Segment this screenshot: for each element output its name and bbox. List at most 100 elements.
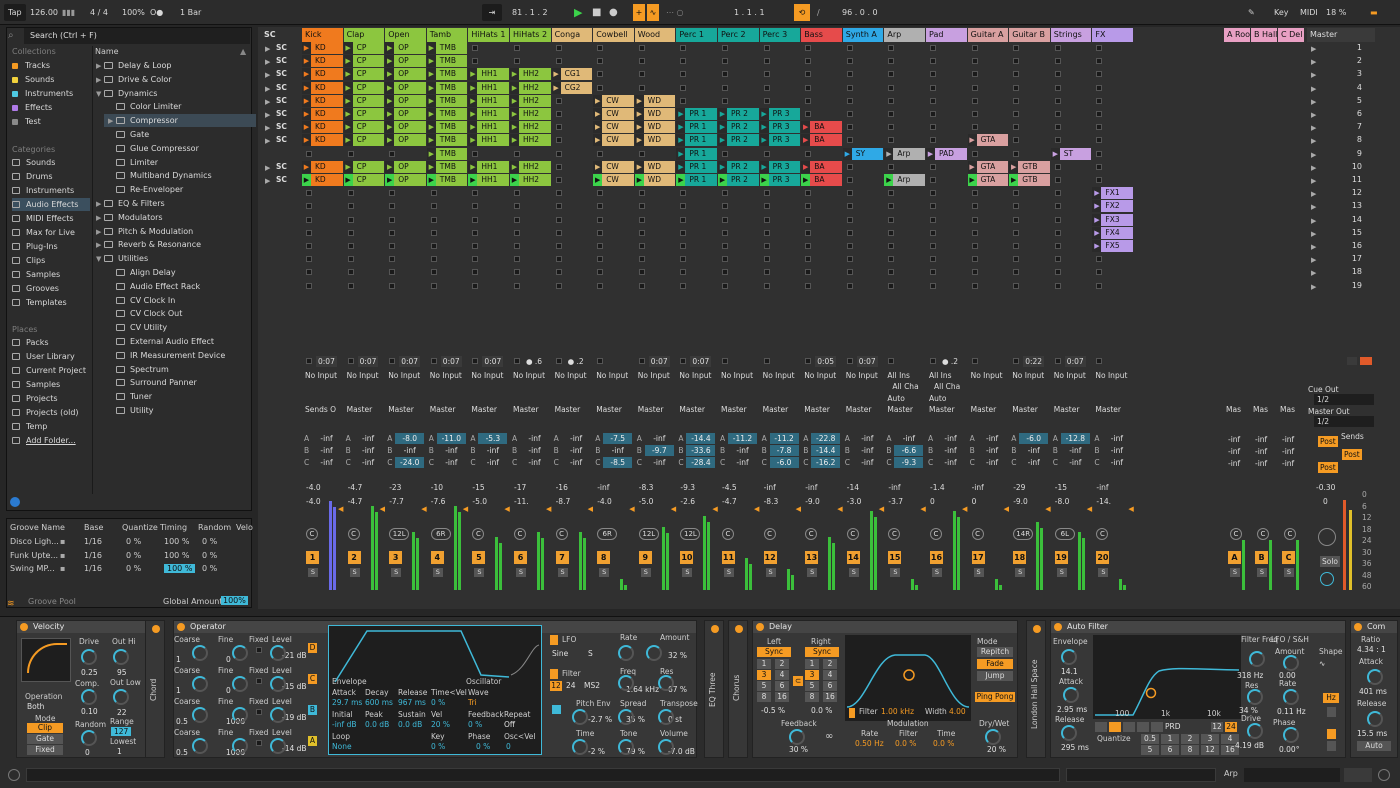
track-activator[interactable]: 12: [763, 551, 777, 564]
clip-stop-slot[interactable]: [430, 216, 437, 223]
send-a-value[interactable]: -inf: [520, 433, 549, 444]
browser-item-align-delay[interactable]: Align Delay: [108, 266, 176, 279]
volume-fader-icon[interactable]: ◀: [1045, 505, 1050, 513]
global-amount-value[interactable]: 100%: [221, 596, 248, 605]
solo-button[interactable]: S: [807, 568, 818, 577]
clip-play-icon[interactable]: ▶: [634, 174, 644, 186]
scene-number[interactable]: 4: [1340, 83, 1362, 92]
clip-play-icon[interactable]: ▶: [634, 160, 644, 173]
solo-button[interactable]: S: [640, 568, 651, 577]
overdub-icon[interactable]: +: [633, 4, 645, 21]
scene-play-icon[interactable]: ▶: [1311, 230, 1317, 238]
volume-fader-icon[interactable]: ◀: [629, 505, 634, 513]
post-toggle[interactable]: Post: [1318, 462, 1338, 473]
solo-button[interactable]: S: [724, 568, 734, 577]
level-knob[interactable]: [270, 738, 286, 754]
clip-play-icon[interactable]: ▶: [634, 108, 644, 120]
attack-knob[interactable]: [1063, 687, 1079, 703]
clip-stop-slot[interactable]: [638, 71, 645, 78]
clip-stop-slot[interactable]: [1054, 269, 1061, 276]
clip-stop-slot[interactable]: [347, 190, 354, 197]
scene-launch-icon[interactable]: ▶: [265, 85, 271, 93]
input-type-menu[interactable]: No Input: [347, 370, 384, 381]
pan-knob[interactable]: 6R: [430, 528, 451, 540]
clip-play-icon[interactable]: ▶: [759, 121, 769, 134]
param-value[interactable]: 1: [176, 686, 181, 695]
send-c-value[interactable]: -28.4: [686, 457, 716, 468]
browser-item-drive-color[interactable]: ▶ Drive & Color: [96, 73, 172, 86]
output-menu[interactable]: Master: [347, 404, 384, 415]
param-value[interactable]: 20 %: [987, 745, 1006, 754]
clip-stop-slot[interactable]: [1096, 97, 1103, 104]
clip-stop-slot[interactable]: [888, 282, 895, 289]
attack-knob[interactable]: [1367, 669, 1383, 685]
send-a-value[interactable]: -22.8: [811, 433, 841, 444]
track-activator[interactable]: 11: [722, 551, 735, 564]
clip-stop-slot[interactable]: [722, 256, 728, 263]
place-temp[interactable]: Temp: [12, 420, 90, 433]
send-b-value[interactable]: -7.8: [769, 445, 799, 456]
clip-stop-slot[interactable]: [638, 256, 645, 263]
place-projects-old-[interactable]: Projects (old): [12, 406, 90, 419]
clip-stop-slot[interactable]: [722, 150, 728, 157]
clip-stop-slot[interactable]: [846, 97, 853, 104]
clip-slot[interactable]: ▶ CP: [343, 68, 385, 81]
osc-vel-value[interactable]: 0: [506, 742, 511, 751]
automation-arm-icon[interactable]: ∿: [647, 4, 659, 21]
clip-stop-slot[interactable]: [389, 282, 396, 289]
clip-stop-slot[interactable]: [846, 84, 853, 91]
scene-number[interactable]: 1: [1340, 43, 1362, 52]
clip-play-icon[interactable]: ▶: [302, 108, 311, 120]
clip-stop-slot[interactable]: [306, 190, 312, 197]
solo-button[interactable]: S: [682, 568, 693, 577]
scene-launch-icon[interactable]: ▶: [265, 45, 271, 53]
param-value[interactable]: 318 Hz: [1237, 671, 1263, 680]
groove-name[interactable]: Disco Ligh...: [10, 537, 59, 546]
clip-stop-slot[interactable]: [306, 203, 312, 210]
input-type-menu[interactable]: No Input: [721, 370, 758, 381]
return-send-value[interactable]: -inf: [1255, 459, 1267, 468]
send-c-value[interactable]: -inf: [728, 457, 757, 468]
clip-slot[interactable]: ▶ CP: [343, 108, 385, 120]
clip-stop-slot[interactable]: [389, 256, 396, 263]
browser-item-delay-loop[interactable]: ▶ Delay & Loop: [96, 59, 171, 72]
dry-wet-knob[interactable]: [985, 729, 1001, 745]
output-menu[interactable]: Master: [971, 404, 1008, 415]
right-division-button[interactable]: 1: [805, 659, 819, 669]
scene-launch-icon[interactable]: [265, 190, 271, 196]
return-output-menu[interactable]: Mas: [1253, 404, 1268, 415]
clip-stop-slot[interactable]: [888, 45, 895, 51]
clip-stop-slot[interactable]: [389, 150, 396, 157]
track-volume[interactable]: -3.0: [847, 497, 862, 506]
clip-slot[interactable]: ▶ CP: [343, 134, 385, 147]
comp-knob[interactable]: [81, 689, 97, 705]
param-value[interactable]: 1: [176, 655, 181, 664]
input-type-menu[interactable]: No Input: [679, 370, 716, 381]
clip-play-icon[interactable]: ▶: [510, 108, 519, 120]
groove-value[interactable]: 100 %: [164, 551, 189, 560]
clip-stop-slot[interactable]: [306, 282, 312, 289]
clip-stop-slot[interactable]: [1096, 84, 1103, 91]
clip-play-icon[interactable]: ▶: [1009, 160, 1019, 173]
clip-stop-slot[interactable]: [430, 190, 437, 197]
clip-slot[interactable]: ▶ CP: [343, 81, 385, 94]
clip-slot[interactable]: ▶ HH1: [468, 121, 509, 134]
operator-letter[interactable]: A: [308, 736, 317, 746]
send-c-value[interactable]: -inf: [354, 457, 383, 468]
quantize-value-button[interactable]: 3: [1201, 734, 1219, 744]
pan-knob[interactable]: 6R: [597, 528, 618, 540]
clip-slot[interactable]: ▶ HH2: [510, 81, 551, 94]
clip-stop-slot[interactable]: [1054, 282, 1061, 289]
clip-stop-slot[interactable]: [930, 163, 936, 170]
param-value[interactable]: 22: [117, 708, 127, 717]
track-stop-button[interactable]: [430, 358, 437, 364]
width-value[interactable]: 4.00: [949, 707, 966, 716]
track-header-arp[interactable]: Arp: [884, 28, 925, 42]
coarse-knob[interactable]: [192, 738, 208, 754]
clip-stop-slot[interactable]: [846, 177, 853, 183]
pan-knob[interactable]: C: [971, 528, 984, 540]
browser-item-surround-panner[interactable]: Surround Panner: [108, 376, 197, 389]
loop-start[interactable]: 1 . 1 . 1: [730, 4, 778, 21]
track-stop-button[interactable]: [555, 358, 562, 364]
lfo-toggle[interactable]: [550, 635, 558, 645]
